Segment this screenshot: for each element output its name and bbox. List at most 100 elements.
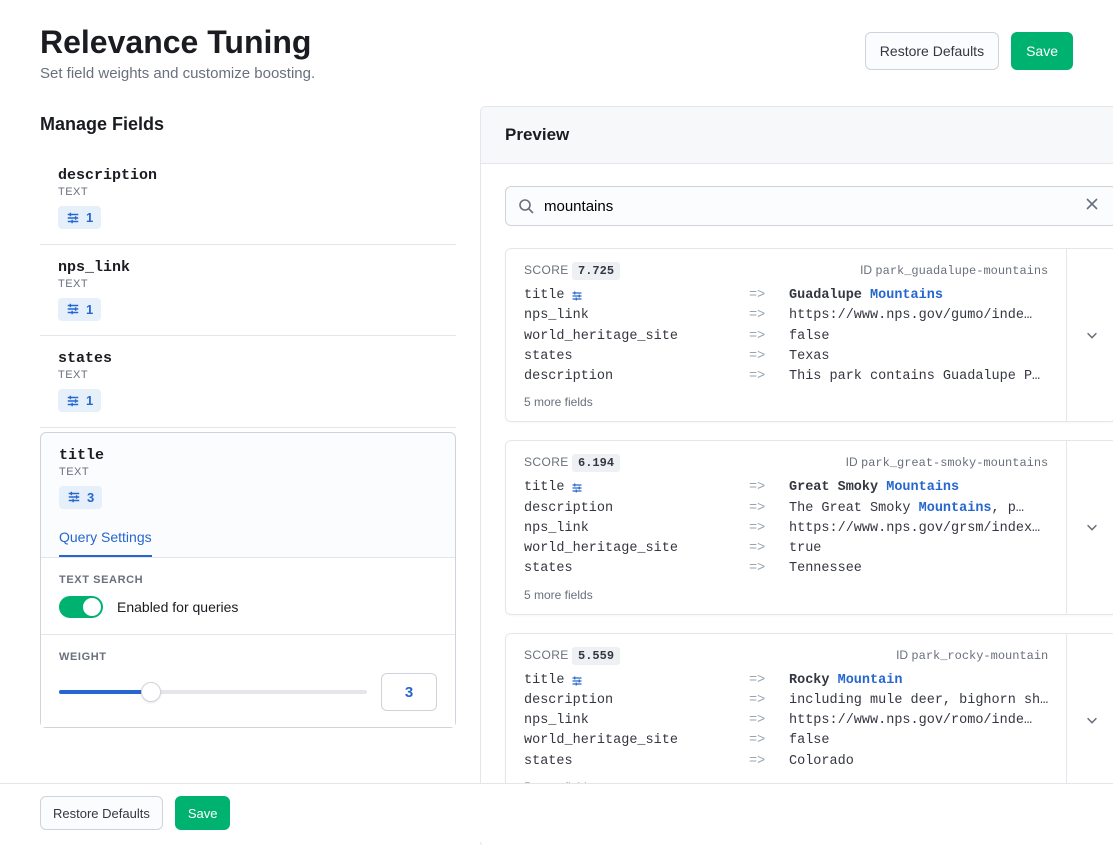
id-label: ID (846, 455, 858, 469)
result-field-name: world_heritage_site (524, 731, 749, 751)
result-field-value: Tennessee (789, 559, 1048, 579)
result-field-name: description (524, 499, 749, 519)
arrow-icon: => (749, 671, 789, 691)
result-field-value: false (789, 327, 1048, 347)
tune-icon (67, 490, 81, 504)
tune-icon (66, 394, 80, 408)
arrow-icon: => (749, 478, 789, 498)
page-subtitle: Set field weights and customize boosting… (40, 65, 315, 82)
field-name: nps_link (58, 259, 438, 276)
weight-badge-value: 3 (87, 490, 94, 505)
result-row: description => The Great Smoky Mountains… (524, 499, 1048, 519)
expand-result-button[interactable] (1066, 249, 1113, 421)
weight-input[interactable] (381, 673, 437, 711)
result-row: world_heritage_site => true (524, 539, 1048, 559)
score-value: 6.194 (572, 454, 620, 472)
weight-badge-value: 1 (86, 393, 93, 408)
more-fields[interactable]: 5 more fields (524, 395, 1048, 409)
more-fields[interactable]: 5 more fields (524, 588, 1048, 602)
expand-result-button[interactable] (1066, 634, 1113, 806)
score-label: SCORE (524, 455, 569, 469)
result-row: states => Texas (524, 347, 1048, 367)
preview-panel: Preview SCORE 7.725 (480, 106, 1113, 845)
result-row: nps_link => https://www.nps.gov/romo/ind… (524, 711, 1048, 731)
tune-icon (571, 290, 583, 302)
field-item-title-expanded: title TEXT 3 Query Settings TEXT SEARCH … (40, 432, 456, 729)
result-row: description => including mule deer, bigh… (524, 691, 1048, 711)
result-field-value: Rocky Mountain (789, 671, 1048, 691)
page-header: Relevance Tuning Set field weights and c… (40, 24, 1073, 82)
bottom-bar: Restore Defaults Save (0, 783, 1113, 842)
score-value: 7.725 (572, 262, 620, 280)
result-card: SCORE 6.194 ID park_great-smoky-mountain… (505, 440, 1113, 614)
search-input[interactable] (534, 198, 1080, 215)
result-card: SCORE 5.559 ID park_rocky-mountain title… (505, 633, 1113, 807)
score-label: SCORE (524, 648, 569, 662)
arrow-icon: => (749, 731, 789, 751)
result-field-name: nps_link (524, 519, 749, 539)
arrow-icon: => (749, 499, 789, 519)
arrow-icon: => (749, 286, 789, 306)
result-field-value: https://www.nps.gov/grsm/index… (789, 519, 1048, 539)
result-field-value: Colorado (789, 752, 1048, 772)
result-field-value: Guadalupe Mountains (789, 286, 1048, 306)
result-field-name: title (524, 478, 749, 498)
result-field-name: nps_link (524, 306, 749, 326)
weight-badge[interactable]: 3 (59, 486, 102, 509)
restore-defaults-button-footer[interactable]: Restore Defaults (40, 796, 163, 830)
tab-query-settings[interactable]: Query Settings (59, 519, 152, 557)
result-field-name: states (524, 559, 749, 579)
result-field-value: The Great Smoky Mountains, p… (789, 499, 1048, 519)
arrow-icon: => (749, 519, 789, 539)
id-value: park_guadalupe-mountains (875, 264, 1048, 278)
save-button[interactable]: Save (1011, 32, 1073, 70)
field-item[interactable]: description TEXT 1 (40, 153, 456, 245)
weight-slider[interactable] (59, 681, 367, 703)
score-label: SCORE (524, 263, 569, 277)
arrow-icon: => (749, 711, 789, 731)
tune-icon (66, 302, 80, 316)
field-item[interactable]: states TEXT 1 (40, 336, 456, 428)
text-search-toggle[interactable] (59, 596, 103, 618)
preview-heading: Preview (505, 125, 1113, 145)
result-field-name: description (524, 367, 749, 387)
result-row: title => Rocky Mountain (524, 671, 1048, 691)
chevron-down-icon (1085, 328, 1099, 342)
id-label: ID (896, 648, 908, 662)
field-item[interactable]: nps_link TEXT 1 (40, 245, 456, 337)
result-field-name: states (524, 752, 749, 772)
close-icon (1084, 196, 1100, 212)
weight-badge-value: 1 (86, 210, 93, 225)
search-icon (518, 198, 534, 214)
result-field-name: states (524, 347, 749, 367)
result-row: world_heritage_site => false (524, 731, 1048, 751)
arrow-icon: => (749, 306, 789, 326)
weight-badge[interactable]: 1 (58, 206, 101, 229)
result-field-value: including mule deer, bighorn sh… (789, 691, 1048, 711)
field-name: title (59, 447, 437, 464)
result-field-value: This park contains Guadalupe P… (789, 367, 1048, 387)
result-field-value: true (789, 539, 1048, 559)
field-type: TEXT (58, 278, 438, 290)
page-title: Relevance Tuning (40, 24, 315, 61)
slider-thumb[interactable] (141, 682, 161, 702)
weight-badge[interactable]: 1 (58, 389, 101, 412)
result-card: SCORE 7.725 ID park_guadalupe-mountains … (505, 248, 1113, 422)
expand-result-button[interactable] (1066, 441, 1113, 613)
result-field-name: description (524, 691, 749, 711)
result-row: nps_link => https://www.nps.gov/grsm/ind… (524, 519, 1048, 539)
save-button-footer[interactable]: Save (175, 796, 231, 830)
restore-defaults-button[interactable]: Restore Defaults (865, 32, 999, 70)
weight-badge[interactable]: 1 (58, 298, 101, 321)
field-type: TEXT (58, 186, 438, 198)
result-field-value: https://www.nps.gov/gumo/inde… (789, 306, 1048, 326)
result-field-name: title (524, 286, 749, 306)
result-field-name: world_heritage_site (524, 539, 749, 559)
chevron-down-icon (1085, 713, 1099, 727)
id-value: park_rocky-mountain (911, 649, 1048, 663)
result-row: states => Colorado (524, 752, 1048, 772)
score-value: 5.559 (572, 647, 620, 665)
arrow-icon: => (749, 347, 789, 367)
clear-search-button[interactable] (1080, 192, 1104, 221)
field-name: states (58, 350, 438, 367)
